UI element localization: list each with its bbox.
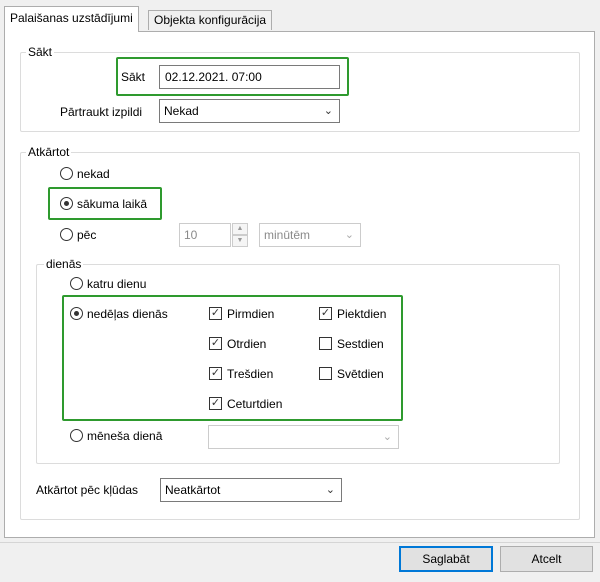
- repeat-after-radio[interactable]: [60, 228, 73, 241]
- stop-select-value: Nekad: [164, 104, 199, 118]
- days-group-title: dienās: [44, 257, 84, 271]
- tab-launch-settings[interactable]: Palaišanas uzstādījumi: [4, 6, 139, 32]
- tuesday-checkbox[interactable]: ✓: [209, 337, 222, 350]
- repeat-never-label: nekad: [77, 167, 110, 181]
- repeat-group-title: Atkārtot: [26, 145, 72, 159]
- checkmark-icon: ✓: [210, 307, 221, 319]
- every-day-radio[interactable]: [70, 277, 83, 290]
- tab-object-config-label: Objekta konfigurācija: [154, 13, 267, 27]
- checkmark-icon: ✓: [320, 307, 331, 319]
- thursday-label: Ceturtdien: [227, 397, 283, 411]
- stop-select[interactable]: Nekad ⌄: [159, 99, 340, 123]
- saturday-label: Sestdien: [337, 337, 384, 351]
- monday-checkbox[interactable]: ✓: [209, 307, 222, 320]
- repeat-after-unit-value: minūtēm: [264, 228, 311, 242]
- friday-checkbox[interactable]: ✓: [319, 307, 332, 320]
- save-button-label: Saglabāt: [422, 552, 470, 566]
- thursday-checkbox[interactable]: ✓: [209, 397, 222, 410]
- month-day-radio[interactable]: [70, 429, 83, 442]
- weekdays-label: nedēļas dienās: [87, 307, 168, 321]
- footer-divider: [0, 542, 600, 543]
- chevron-down-icon: ⌄: [325, 484, 335, 496]
- wednesday-checkbox[interactable]: ✓: [209, 367, 222, 380]
- checkmark-icon: ✓: [210, 367, 221, 379]
- sunday-checkbox[interactable]: [319, 367, 332, 380]
- chevron-down-icon: ⌄: [382, 431, 392, 443]
- save-button[interactable]: Saglabāt: [399, 546, 493, 572]
- cancel-button[interactable]: Atcelt: [500, 546, 593, 572]
- start-datetime-value: 02.12.2021. 07:00: [165, 70, 262, 84]
- start-label: Sākt: [121, 70, 146, 84]
- cancel-button-label: Atcelt: [531, 552, 562, 566]
- repeat-on-error-label: Atkārtot pēc kļūdas: [36, 483, 139, 497]
- wednesday-label: Trešdien: [227, 367, 274, 381]
- repeat-after-spinner[interactable]: ▲ ▼: [232, 223, 248, 247]
- chevron-down-icon: ⌄: [323, 105, 333, 117]
- repeat-at-start-label: sākuma laikā: [77, 197, 148, 211]
- weekdays-radio[interactable]: [70, 307, 83, 320]
- repeat-at-start-radio[interactable]: [60, 197, 73, 210]
- repeat-never-radio[interactable]: [60, 167, 73, 180]
- tab-launch-settings-label: Palaišanas uzstādījumi: [10, 11, 133, 25]
- tab-object-config[interactable]: Objekta konfigurācija: [148, 10, 273, 30]
- start-group-title: Sākt: [26, 45, 55, 59]
- stop-label: Pārtraukt izpildi: [60, 105, 143, 119]
- saturday-checkbox[interactable]: [319, 337, 332, 350]
- start-datetime-input[interactable]: 02.12.2021. 07:00: [159, 65, 340, 89]
- repeat-after-unit-select[interactable]: minūtēm ⌄: [259, 223, 361, 247]
- month-day-label: mēneša dienā: [87, 429, 163, 443]
- tab-panel: Sākt Sākt 02.12.2021. 07:00 Pārtraukt iz…: [4, 31, 595, 538]
- tuesday-label: Otrdien: [227, 337, 267, 351]
- monday-label: Pirmdien: [227, 307, 275, 321]
- month-day-select[interactable]: ⌄: [208, 425, 399, 449]
- repeat-after-label: pēc: [77, 228, 97, 242]
- spin-up-icon[interactable]: ▲: [232, 223, 248, 235]
- chevron-down-icon: ⌄: [344, 229, 354, 241]
- sunday-label: Svētdien: [337, 367, 384, 381]
- spin-down-icon[interactable]: ▼: [232, 235, 248, 247]
- every-day-label: katru dienu: [87, 277, 147, 291]
- checkmark-icon: ✓: [210, 337, 221, 349]
- checkmark-icon: ✓: [210, 397, 221, 409]
- repeat-on-error-select[interactable]: Neatkārtot ⌄: [160, 478, 342, 502]
- repeat-on-error-value: Neatkārtot: [165, 483, 221, 497]
- repeat-after-value: 10: [184, 228, 198, 242]
- repeat-after-input[interactable]: 10: [179, 223, 231, 247]
- friday-label: Piektdien: [337, 307, 387, 321]
